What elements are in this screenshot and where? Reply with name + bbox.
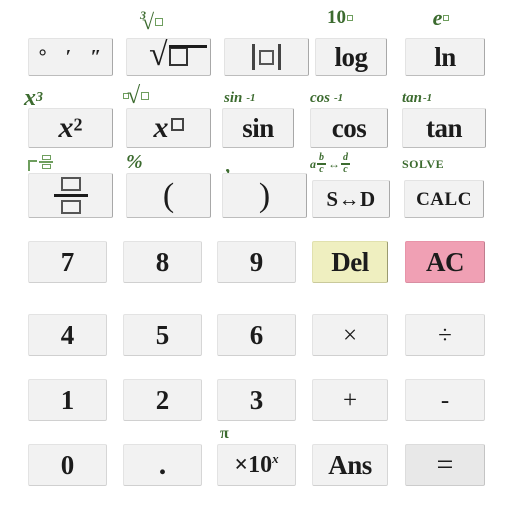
shift-label-arctan: tan -1: [402, 90, 433, 106]
key-label-two: 2: [155, 384, 170, 415]
key-ln[interactable]: ln: [405, 38, 485, 76]
key-label-three: 3: [249, 384, 264, 415]
shift-label-e-power: e: [396, 7, 486, 29]
key-label-decimal-point: .: [158, 448, 167, 481]
key-sin[interactable]: sin: [222, 108, 294, 148]
key-label-close-paren: ): [258, 176, 271, 214]
key-x-power[interactable]: x: [126, 108, 211, 148]
key-label-calc: CALC: [416, 188, 472, 210]
key-zero[interactable]: 0: [28, 444, 107, 486]
key-label-equals: =: [436, 448, 454, 481]
key-seven[interactable]: 7: [28, 241, 107, 283]
key-label-log: log: [334, 41, 368, 72]
key-label-ln: ln: [434, 41, 456, 72]
key-label-multiply: ×: [342, 321, 358, 349]
calculator-keypad: 3 √ 10 e ° ′ ″ √ log ln x3 √ sin -1 cos -1 …: [0, 0, 512, 512]
key-times-ten-power[interactable]: ×10x: [217, 444, 296, 486]
key-standard-decimal-toggle[interactable]: S↔D: [312, 180, 390, 218]
key-one[interactable]: 1: [28, 379, 107, 421]
key-plus[interactable]: +: [312, 379, 388, 421]
key-label-eight: 8: [155, 246, 170, 277]
key-delete[interactable]: Del: [312, 241, 388, 283]
key-absolute-value[interactable]: [224, 38, 309, 76]
key-label-six: 6: [249, 319, 264, 350]
key-two[interactable]: 2: [123, 379, 202, 421]
shift-label-solve: SOLVE: [402, 157, 445, 171]
shift-label-x-cubed: x3: [24, 85, 43, 111]
key-label-nine: 9: [249, 246, 264, 277]
key-label-delete: Del: [331, 246, 369, 277]
key-square-root[interactable]: √: [126, 38, 211, 76]
key-multiply[interactable]: ×: [312, 314, 388, 356]
key-label-four: 4: [60, 319, 75, 350]
key-nine[interactable]: 9: [217, 241, 296, 283]
key-close-paren[interactable]: ): [222, 173, 307, 218]
x-squared-glyph: x2: [58, 111, 83, 144]
key-label-all-clear: AC: [426, 246, 465, 277]
key-minus[interactable]: -: [405, 379, 485, 421]
key-tan[interactable]: tan: [402, 108, 486, 148]
key-label-answer: Ans: [328, 449, 372, 480]
shift-label-cube-root: 3 √: [88, 8, 212, 33]
key-five[interactable]: 5: [123, 314, 202, 356]
x-power-glyph: x: [154, 113, 184, 143]
key-decimal-point[interactable]: .: [123, 444, 202, 486]
key-degrees-minutes-seconds[interactable]: ° ′ ″: [28, 38, 113, 76]
shift-label-pi: π: [220, 425, 229, 442]
shift-label-fraction-convert: a b c ↔ d c: [310, 152, 350, 175]
key-label-cos: cos: [331, 112, 367, 143]
key-open-paren[interactable]: (: [126, 173, 211, 218]
key-label-zero: 0: [60, 449, 75, 480]
key-label-degrees: ° ′ ″: [38, 46, 109, 68]
shift-label-percent: %: [126, 151, 143, 173]
key-three[interactable]: 3: [217, 379, 296, 421]
shift-label-nth-root: √: [120, 84, 232, 108]
key-four[interactable]: 4: [28, 314, 107, 356]
key-label-tan: tan: [425, 112, 463, 143]
key-label-seven: 7: [60, 246, 75, 277]
key-label-sin: sin: [242, 112, 274, 143]
key-calc[interactable]: CALC: [404, 180, 484, 218]
shift-label-ten-power: 10: [295, 8, 385, 28]
key-answer[interactable]: Ans: [312, 444, 388, 486]
key-eight[interactable]: 8: [123, 241, 202, 283]
radical-overbar: [168, 45, 207, 48]
key-label-divide: ÷: [438, 321, 452, 349]
shift-label-arccos: cos -1: [310, 90, 344, 106]
fraction-glyph: [53, 177, 88, 214]
key-fraction[interactable]: [28, 173, 113, 218]
key-label-minus: -: [440, 386, 450, 414]
key-label-open-paren: (: [162, 176, 175, 214]
shift-label-arcsin: sin -1: [224, 90, 256, 106]
key-six[interactable]: 6: [217, 314, 296, 356]
key-label-five: 5: [155, 319, 170, 350]
key-equals[interactable]: =: [405, 444, 485, 486]
key-cos[interactable]: cos: [310, 108, 388, 148]
key-label-one: 1: [60, 384, 75, 415]
times-ten-power-glyph: ×10x: [234, 451, 279, 478]
shift-label-mixed-fraction: [26, 152, 128, 172]
key-log[interactable]: log: [315, 38, 387, 76]
key-x-squared[interactable]: x2: [28, 108, 113, 148]
key-label-plus: +: [342, 386, 358, 414]
key-divide[interactable]: ÷: [405, 314, 485, 356]
abs-glyph: [252, 44, 281, 70]
key-label-s-to-d: S↔D: [326, 186, 376, 211]
key-all-clear[interactable]: AC: [405, 241, 485, 283]
